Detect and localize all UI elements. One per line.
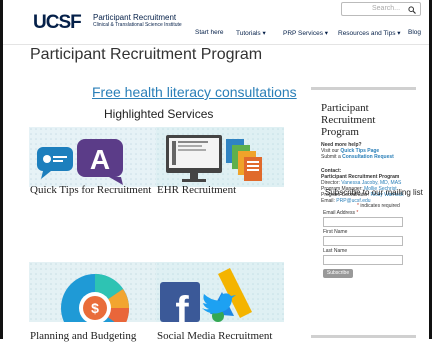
subscribe-button[interactable]: Subscribe: [323, 269, 353, 278]
monitor-documents-icon: [156, 127, 284, 187]
social-media-tile[interactable]: f: [156, 262, 284, 322]
logo-subtitle[interactable]: Participant Recruitment Clinical & Trans…: [93, 13, 182, 29]
email-address-label: Email Address *: [323, 210, 359, 216]
site-header: UCSF Participant Recruitment Clinical & …: [3, 0, 429, 45]
planning-budgeting-tile[interactable]: $: [29, 262, 157, 322]
chat-bubbles-icon: A: [29, 127, 157, 187]
subscribe-title: Subscribe to our mailing list: [325, 188, 423, 197]
health-literacy-link[interactable]: Free health literacy consultations: [92, 84, 297, 100]
highlighted-services-heading: Highlighted Services: [104, 107, 214, 121]
consultation-line: Submit a Consultation Request: [321, 154, 394, 160]
email-address-label-text: Email Address: [323, 210, 355, 216]
consultation-request-link[interactable]: Consultation Request: [342, 154, 394, 160]
svg-text:f: f: [175, 289, 189, 322]
nav-prp-services[interactable]: PRP Services ▾: [283, 29, 328, 37]
nav-resources-tips[interactable]: Resources and Tips ▾: [338, 29, 401, 37]
email-prefix: Email:: [321, 198, 337, 204]
search-placeholder: Search...: [372, 5, 401, 12]
last-name-label: Last Name: [323, 248, 348, 254]
search-icon[interactable]: [408, 3, 416, 15]
sidebar-title: Participant Recruitment Program: [321, 102, 376, 138]
quick-tips-tile[interactable]: A: [29, 127, 157, 187]
donut-chart-icon: $: [29, 262, 157, 322]
required-note-text: indicates required: [360, 203, 400, 209]
ehr-label[interactable]: EHR Recruitment: [157, 184, 236, 196]
submit-prefix: Submit a: [321, 154, 343, 160]
ehr-tile[interactable]: [156, 127, 284, 187]
svg-text:A: A: [90, 144, 110, 175]
page-title: Participant Recruitment Program: [30, 46, 263, 63]
nav-tutorials[interactable]: Tutorials ▾: [236, 29, 266, 37]
logo-line-1: Participant Recruitment: [93, 13, 177, 22]
required-note: * indicates required: [357, 203, 400, 209]
nav-blog[interactable]: Blog: [408, 29, 421, 36]
first-name-input[interactable]: [323, 236, 403, 246]
social-logos-icon: f: [156, 262, 284, 322]
ucsf-logo[interactable]: UCSF: [33, 12, 82, 34]
window-frame-left: [0, 0, 3, 339]
nav-start-here[interactable]: Start here: [195, 29, 224, 36]
sidebar-panel: Participant Recruitment Program Need mor…: [311, 87, 423, 338]
first-name-label: First Name: [323, 229, 348, 235]
logo-line-2: Clinical & Translational Science Institu…: [93, 22, 182, 28]
last-name-input[interactable]: [323, 255, 403, 265]
search-input[interactable]: Search...: [341, 2, 421, 16]
quick-tips-label[interactable]: Quick Tips for Recruitment: [30, 184, 151, 196]
email-address-input[interactable]: [323, 217, 403, 227]
social-media-label[interactable]: Social Media Recruitment: [157, 330, 272, 342]
planning-budgeting-label[interactable]: Planning and Budgeting: [30, 330, 136, 342]
svg-text:$: $: [91, 300, 99, 316]
